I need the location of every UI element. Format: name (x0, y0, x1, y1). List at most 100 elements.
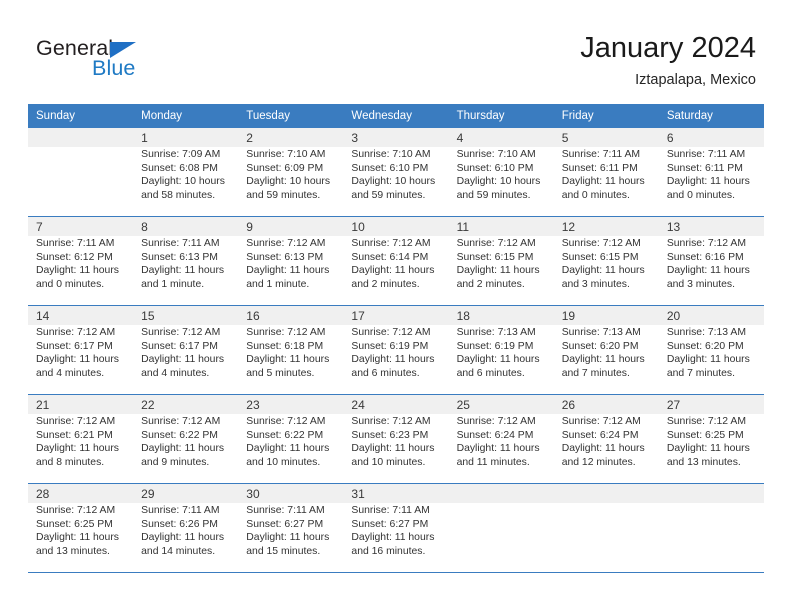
day-number-cell[interactable]: 8 (133, 217, 239, 236)
day-sunrise-text: Sunrise: 7:10 AM (456, 149, 536, 160)
day-sunset-text: Sunset: 6:20 PM (666, 340, 744, 352)
day-number-cell[interactable]: 29 (133, 484, 239, 503)
day-sunrise-text: Sunrise: 7:09 AM (141, 149, 221, 160)
day-number-cell[interactable]: 1 (133, 128, 239, 147)
day-detail-cell[interactable]: Sunrise: 7:13 AM Sunset: 6:20 PM Daylight:… (658, 325, 764, 394)
day-daylight-text: and 0 minutes. (561, 189, 630, 201)
day-daylight-text: Daylight: 11 hours (246, 532, 330, 544)
day-detail-cell[interactable]: Sunrise: 7:12 AM Sunset: 6:25 PM Daylight:… (28, 503, 134, 572)
day-daylight-text: Daylight: 11 hours (666, 354, 750, 366)
day-detail-cell[interactable]: Sunrise: 7:11 AM Sunset: 6:11 PM Daylight:… (553, 147, 659, 216)
day-number-cell[interactable]: 21 (28, 395, 134, 414)
day-number-cell[interactable]: 12 (553, 217, 659, 236)
day-number-cell[interactable]: 4 (448, 128, 554, 147)
day-number-cell[interactable]: 18 (448, 306, 554, 325)
day-number-cell[interactable]: 22 (133, 395, 239, 414)
day-daylight-text: Daylight: 10 hours (141, 176, 225, 188)
day-sunset-text: Sunset: 6:11 PM (666, 162, 743, 174)
day-daylight-text: and 14 minutes. (141, 545, 216, 557)
day-detail-cell[interactable]: Sunrise: 7:13 AM Sunset: 6:20 PM Daylight:… (553, 325, 659, 394)
day-number-cell[interactable]: 23 (238, 395, 344, 414)
day-number-cell[interactable]: 31 (343, 484, 449, 503)
day-detail-cell[interactable]: Sunrise: 7:12 AM Sunset: 6:25 PM Daylight:… (658, 414, 764, 483)
day-detail-cell[interactable]: Sunrise: 7:12 AM Sunset: 6:15 PM Daylight:… (448, 236, 554, 305)
day-number-cell[interactable]: 9 (238, 217, 344, 236)
day-daylight-text: and 59 minutes. (246, 189, 321, 201)
day-detail-cell[interactable]: Sunrise: 7:12 AM Sunset: 6:17 PM Daylight:… (133, 325, 239, 394)
day-number-cell[interactable]: 11 (448, 217, 554, 236)
day-number-cell[interactable]: 24 (343, 395, 449, 414)
day-daylight-text: and 1 minute. (141, 278, 205, 290)
day-number-cell[interactable]: 16 (238, 306, 344, 325)
day-sunrise-text: Sunrise: 7:12 AM (36, 327, 116, 338)
page-header: General Blue January 2024 Iztapalapa, Me… (0, 0, 792, 100)
day-number-cell[interactable]: 25 (448, 395, 554, 414)
weekday-header-tuesday: Tuesday (238, 104, 344, 128)
day-number-cell[interactable]: 3 (343, 128, 449, 147)
day-detail-cell[interactable]: Sunrise: 7:13 AM Sunset: 6:19 PM Daylight:… (448, 325, 554, 394)
day-sunset-text: Sunset: 6:16 PM (666, 251, 744, 263)
day-sunset-text: Sunset: 6:09 PM (246, 162, 324, 174)
day-detail-cell[interactable]: Sunrise: 7:12 AM Sunset: 6:23 PM Daylight:… (343, 414, 449, 483)
week-daynumber-row: 14 15 16 17 18 19 20 (28, 306, 764, 325)
day-sunset-text: Sunset: 6:08 PM (141, 162, 218, 174)
day-number-cell[interactable]: 15 (133, 306, 239, 325)
day-detail-cell[interactable]: Sunrise: 7:12 AM Sunset: 6:24 PM Daylight:… (553, 414, 659, 483)
day-daylight-text: and 1 minute. (246, 278, 310, 290)
day-detail-cell[interactable]: Sunrise: 7:11 AM Sunset: 6:12 PM Daylight:… (28, 236, 134, 305)
day-detail-cell[interactable]: Sunrise: 7:11 AM Sunset: 6:26 PM Daylight:… (133, 503, 239, 572)
day-detail-cell[interactable]: Sunrise: 7:09 AM Sunset: 6:08 PM Daylight:… (133, 147, 239, 216)
day-detail-cell[interactable]: Sunrise: 7:10 AM Sunset: 6:09 PM Daylight:… (238, 147, 344, 216)
day-number-cell[interactable]: 19 (553, 306, 659, 325)
day-number-cell[interactable]: 28 (28, 484, 134, 503)
day-daylight-text: and 4 minutes. (36, 367, 105, 379)
day-detail-cell[interactable]: Sunrise: 7:12 AM Sunset: 6:24 PM Daylight:… (448, 414, 554, 483)
day-detail-cell[interactable]: Sunrise: 7:12 AM Sunset: 6:22 PM Daylight:… (133, 414, 239, 483)
day-daylight-text: Daylight: 11 hours (246, 354, 330, 366)
day-number-cell[interactable]: 7 (28, 217, 134, 236)
day-detail-cell[interactable]: Sunrise: 7:10 AM Sunset: 6:10 PM Daylight:… (343, 147, 449, 216)
day-number-cell[interactable]: 10 (343, 217, 449, 236)
day-daylight-text: Daylight: 11 hours (141, 265, 225, 277)
day-sunset-text: Sunset: 6:19 PM (456, 340, 534, 352)
day-detail-cell[interactable]: Sunrise: 7:12 AM Sunset: 6:22 PM Daylight:… (238, 414, 344, 483)
day-daylight-text: and 58 minutes. (141, 189, 216, 201)
day-detail-cell[interactable]: Sunrise: 7:12 AM Sunset: 6:19 PM Daylight:… (343, 325, 449, 394)
day-sunrise-text: Sunrise: 7:12 AM (666, 238, 746, 249)
day-sunset-text: Sunset: 6:10 PM (351, 162, 429, 174)
day-detail-cell[interactable]: Sunrise: 7:12 AM Sunset: 6:21 PM Daylight:… (28, 414, 134, 483)
week-detail-row: Sunrise: 7:12 AM Sunset: 6:21 PM Daylight:… (28, 414, 764, 483)
day-detail-cell[interactable]: Sunrise: 7:12 AM Sunset: 6:17 PM Daylight:… (28, 325, 134, 394)
day-detail-cell[interactable]: Sunrise: 7:11 AM Sunset: 6:27 PM Daylight:… (238, 503, 344, 572)
day-number-cell[interactable]: 30 (238, 484, 344, 503)
day-daylight-text: and 9 minutes. (141, 456, 210, 468)
day-daylight-text: Daylight: 11 hours (351, 532, 435, 544)
day-number-cell[interactable]: 17 (343, 306, 449, 325)
day-sunset-text: Sunset: 6:17 PM (141, 340, 218, 352)
day-sunset-text: Sunset: 6:11 PM (561, 162, 638, 174)
day-detail-cell[interactable]: Sunrise: 7:11 AM Sunset: 6:13 PM Daylight:… (133, 236, 239, 305)
day-detail-cell[interactable]: Sunrise: 7:12 AM Sunset: 6:13 PM Daylight:… (238, 236, 344, 305)
day-sunset-text: Sunset: 6:23 PM (351, 429, 429, 441)
general-blue-logo[interactable]: General Blue (36, 36, 166, 86)
day-daylight-text: and 13 minutes. (36, 545, 110, 557)
day-number-cell[interactable]: 6 (658, 128, 764, 147)
day-detail-cell[interactable]: Sunrise: 7:12 AM Sunset: 6:16 PM Daylight:… (658, 236, 764, 305)
day-number-cell[interactable]: 20 (658, 306, 764, 325)
day-detail-cell[interactable]: Sunrise: 7:11 AM Sunset: 6:11 PM Daylight:… (658, 147, 764, 216)
day-daylight-text: Daylight: 11 hours (36, 443, 119, 455)
day-number-cell[interactable]: 26 (553, 395, 659, 414)
day-detail-cell[interactable]: Sunrise: 7:12 AM Sunset: 6:15 PM Daylight:… (553, 236, 659, 305)
day-number-cell[interactable]: 5 (553, 128, 659, 147)
day-number-cell[interactable]: 14 (28, 306, 134, 325)
day-detail-cell[interactable]: Sunrise: 7:11 AM Sunset: 6:27 PM Daylight:… (343, 503, 449, 572)
day-detail-cell[interactable]: Sunrise: 7:10 AM Sunset: 6:10 PM Daylight:… (448, 147, 554, 216)
day-number-cell[interactable]: 27 (658, 395, 764, 414)
day-number-cell[interactable]: 13 (658, 217, 764, 236)
day-number-cell[interactable]: 2 (238, 128, 344, 147)
day-daylight-text: Daylight: 11 hours (561, 176, 645, 188)
day-daylight-text: and 6 minutes. (456, 367, 525, 379)
day-detail-cell[interactable]: Sunrise: 7:12 AM Sunset: 6:14 PM Daylight:… (343, 236, 449, 305)
day-sunrise-text: Sunrise: 7:12 AM (36, 505, 116, 516)
day-detail-cell[interactable]: Sunrise: 7:12 AM Sunset: 6:18 PM Daylight:… (238, 325, 344, 394)
